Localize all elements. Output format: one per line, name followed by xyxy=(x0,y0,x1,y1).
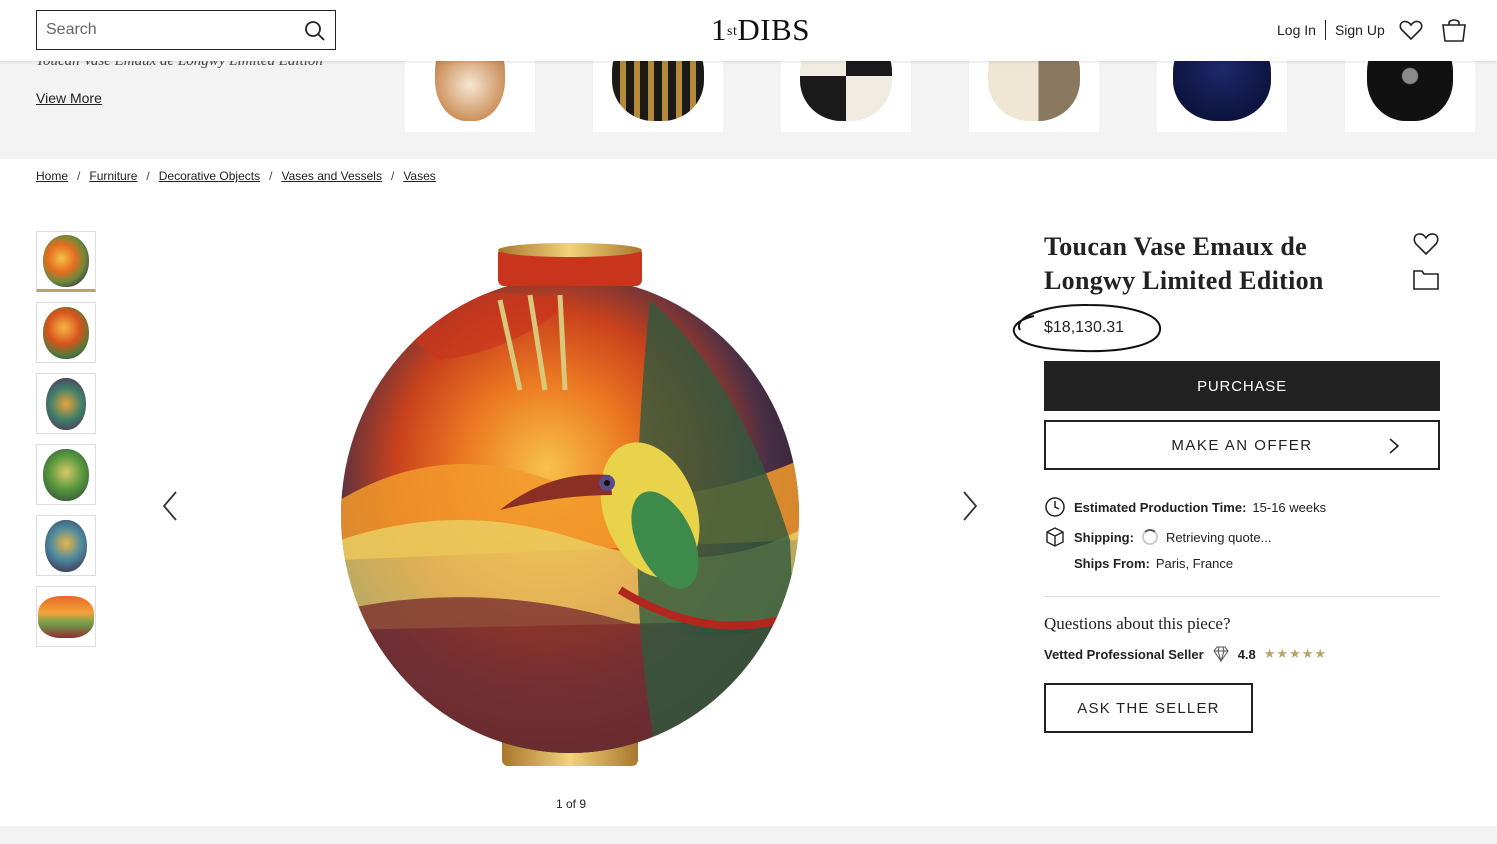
breadcrumb-separator: / xyxy=(77,169,81,183)
logo-left: 1 xyxy=(711,12,727,47)
logo-right: DIBS xyxy=(737,12,810,47)
loading-spinner-icon xyxy=(1141,529,1158,545)
signup-link[interactable]: Sign Up xyxy=(1335,22,1385,38)
auth-links: Log In Sign Up xyxy=(1277,20,1385,40)
production-time-value: 15-16 weeks xyxy=(1252,499,1327,515)
footer-band xyxy=(0,826,1497,844)
breadcrumb-decorative-objects[interactable]: Decorative Objects xyxy=(159,169,260,183)
recent-thumb[interactable] xyxy=(1345,61,1475,132)
shopping-bag-icon[interactable] xyxy=(1440,16,1468,44)
questions-heading: Questions about this piece? xyxy=(1044,614,1231,633)
product-main-image[interactable] xyxy=(320,240,820,770)
search-icon[interactable] xyxy=(303,19,327,43)
breadcrumb-separator: / xyxy=(390,169,395,183)
ships-from-row: Ships From: Paris, France xyxy=(1074,556,1233,571)
purchase-button[interactable]: PURCHASE xyxy=(1044,361,1440,411)
save-to-folder-icon[interactable] xyxy=(1412,267,1440,291)
make-offer-label: MAKE AN OFFER xyxy=(1171,436,1313,454)
clock-icon xyxy=(1045,497,1065,517)
gallery-thumbnail[interactable] xyxy=(36,231,96,292)
shipping-label: Shipping: xyxy=(1074,529,1134,545)
recent-thumb[interactable] xyxy=(969,61,1099,132)
site-header: 1stDIBS Log In Sign Up xyxy=(0,0,1497,61)
ask-seller-button[interactable]: ASK THE SELLER xyxy=(1044,683,1253,733)
recently-viewed-strip: Toucan Vase Emaux de Longwy Limited Edit… xyxy=(0,61,1497,159)
breadcrumb: Home / Furniture / Decorative Objects / … xyxy=(36,169,436,183)
search-box[interactable] xyxy=(36,10,336,50)
chevron-right-icon xyxy=(1389,438,1400,454)
gallery-thumbnail[interactable] xyxy=(36,515,96,576)
favorites-heart-icon[interactable] xyxy=(1398,17,1424,43)
recent-thumb[interactable] xyxy=(1157,61,1287,132)
seller-label: Vetted Professional Seller xyxy=(1044,646,1204,662)
search-input[interactable] xyxy=(46,21,296,39)
gallery-thumbnail[interactable] xyxy=(36,373,96,434)
product-price: $18,130.31 xyxy=(1044,319,1125,336)
seller-badge: Vetted Professional Seller 4.8 ★★★★★ xyxy=(1044,645,1327,663)
login-link[interactable]: Log In xyxy=(1277,22,1316,38)
breadcrumb-separator: / xyxy=(146,169,150,183)
gallery-thumbnail[interactable] xyxy=(36,444,96,505)
favorite-heart-icon[interactable] xyxy=(1412,230,1440,258)
recent-thumb[interactable] xyxy=(781,61,911,132)
breadcrumb-vases-and-vessels[interactable]: Vases and Vessels xyxy=(281,169,382,183)
gallery-thumbnails xyxy=(36,231,96,657)
make-offer-button[interactable]: MAKE AN OFFER xyxy=(1044,420,1440,470)
logo-sup: st xyxy=(727,24,738,39)
gallery-thumbnail[interactable] xyxy=(36,302,96,363)
next-image-arrow-icon[interactable] xyxy=(958,488,980,524)
production-time-label: Estimated Production Time: xyxy=(1074,499,1247,515)
production-time-row: Estimated Production Time: 15-16 weeks xyxy=(1044,496,1326,518)
previous-image-arrow-icon[interactable] xyxy=(160,488,182,524)
breadcrumb-home[interactable]: Home xyxy=(36,169,68,183)
breadcrumb-furniture[interactable]: Furniture xyxy=(89,169,137,183)
image-counter: 1 of 9 xyxy=(556,797,587,811)
shipping-value: Retrieving quote... xyxy=(1165,529,1272,545)
gallery-thumbnail[interactable] xyxy=(36,586,96,647)
seller-rating: 4.8 xyxy=(1237,646,1256,662)
ships-from-value: Paris, France xyxy=(1155,556,1234,571)
breadcrumb-separator: / xyxy=(269,169,273,183)
package-icon xyxy=(1046,527,1064,547)
recent-thumb[interactable] xyxy=(405,61,535,132)
product-title: Toucan Vase Emaux de Longwy Limited Edit… xyxy=(1044,232,1324,295)
site-logo[interactable]: 1stDIBS xyxy=(711,12,810,48)
recent-item-title[interactable]: Toucan Vase Emaux de Longwy Limited Edit… xyxy=(36,61,323,70)
recent-thumb[interactable] xyxy=(593,61,723,132)
ships-from-label: Ships From: xyxy=(1074,556,1150,571)
diamond-icon xyxy=(1213,646,1229,663)
section-divider xyxy=(1044,596,1440,597)
rating-stars-icon: ★★★★★ xyxy=(1263,646,1328,661)
auth-divider xyxy=(1324,20,1326,40)
view-more-link[interactable]: View More xyxy=(36,90,102,106)
breadcrumb-vases[interactable]: Vases xyxy=(403,169,435,183)
shipping-row: Shipping: Retrieving quote... xyxy=(1044,526,1271,548)
